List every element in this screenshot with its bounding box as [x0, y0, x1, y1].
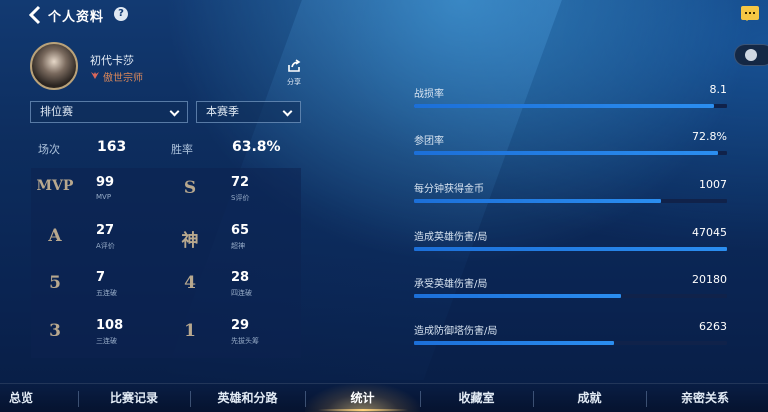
tab-statistics[interactable]: 统计	[305, 388, 420, 410]
stat-teamfight-rate: 参团率 72.8%	[414, 130, 727, 162]
stat-bar-track	[414, 294, 727, 298]
stat-value: 8.1	[709, 83, 728, 96]
stat-bar-fill	[414, 151, 718, 155]
tab-heroes-lanes[interactable]: 英雄和分路	[190, 388, 305, 410]
mode-dropdown-value: 排位赛	[40, 105, 73, 118]
player-name: 初代卡莎	[90, 54, 134, 67]
stat-label: 每分钟获得金币	[414, 184, 484, 195]
a-rating-count: 27	[96, 222, 115, 238]
view-toggle[interactable]	[734, 44, 768, 66]
stat-value: 1007	[699, 178, 727, 191]
grid-cell-quadra: 4 28 四连破	[166, 263, 301, 311]
quadra-kill-badge-icon: 4	[184, 273, 196, 293]
season-dropdown-value: 本赛季	[206, 105, 239, 118]
stat-value: 47045	[692, 226, 727, 239]
share-label: 分享	[287, 78, 301, 86]
s-rating-label: S评价	[231, 194, 250, 202]
legendary-count: 65	[231, 222, 250, 238]
chevron-down-icon	[282, 106, 293, 117]
stat-label: 战损率	[414, 89, 444, 100]
stat-bar-track	[414, 104, 727, 108]
avatar[interactable]	[30, 42, 78, 90]
stat-value: 72.8%	[692, 130, 727, 143]
triple-kill-label: 三连破	[96, 336, 117, 345]
a-rating-badge-icon: A	[48, 225, 62, 246]
stat-bar-track	[414, 151, 727, 155]
winrate-label: 胜率	[171, 143, 193, 156]
stat-label: 造成防御塔伤害/局	[414, 326, 498, 337]
grid-cell-first-blood: 1 29 先拔头筹	[166, 311, 301, 359]
stat-bar-track	[414, 247, 727, 251]
legendary-label: 超神	[231, 241, 245, 250]
s-rating-badge-icon: S	[183, 178, 197, 198]
stat-value: 6263	[699, 320, 727, 333]
mode-dropdown[interactable]: 排位赛	[30, 101, 188, 123]
chat-icon[interactable]	[741, 6, 759, 21]
season-dropdown[interactable]: 本赛季	[196, 101, 301, 123]
back-arrow-icon[interactable]	[28, 5, 42, 25]
quadra-kill-count: 28	[231, 270, 250, 285]
matches-label: 场次	[38, 143, 60, 156]
stat-hero-damage-taken: 承受英雄伤害/局 20180	[414, 273, 727, 305]
tab-match-history[interactable]: 比赛记录	[78, 388, 190, 410]
stat-bar-fill	[414, 341, 615, 345]
stat-label: 承受英雄伤害/局	[414, 279, 488, 290]
stat-hero-damage-dealt: 造成英雄伤害/局 47045	[414, 226, 727, 258]
a-rating-label: A评价	[96, 241, 115, 250]
grid-cell-s: S 72 S评价	[166, 168, 301, 216]
triple-kill-badge-icon: 3	[49, 320, 61, 341]
mvp-label: MVP	[96, 193, 112, 201]
penta-kill-label: 五连破	[96, 289, 117, 297]
quadra-kill-label: 四连破	[231, 289, 252, 297]
s-rating-count: 72	[231, 175, 250, 190]
grid-cell-a: A 27 A评价	[31, 216, 166, 264]
first-blood-label: 先拔头筹	[231, 336, 259, 345]
page-title: 个人资料	[48, 10, 105, 25]
tab-achievements[interactable]: 成就	[533, 388, 646, 410]
toggle-knob	[745, 49, 757, 61]
stat-tower-damage: 造成防御塔伤害/局 6263	[414, 320, 727, 352]
stat-bar-track	[414, 341, 727, 345]
stat-death-rate: 战损率 8.1	[414, 83, 728, 115]
grid-cell-triple: 3 108 三连破	[31, 311, 166, 359]
first-blood-badge-icon: 1	[184, 320, 196, 341]
triple-kill-count: 108	[96, 317, 124, 333]
stat-bar-track	[414, 199, 727, 203]
header: 个人资料 ?	[0, 0, 768, 30]
matches-value: 163	[97, 139, 127, 155]
mvp-count: 99	[96, 175, 115, 190]
grid-cell-mvp: MVP 99 MVP	[31, 168, 166, 216]
stat-label: 参团率	[414, 136, 444, 147]
stat-bar-fill	[414, 247, 727, 251]
penta-kill-count: 7	[96, 270, 106, 285]
stat-bar-fill	[414, 104, 715, 108]
stat-bar-fill	[414, 199, 662, 203]
bottom-tab-bar: 总览 比赛记录 英雄和分路 统计 收藏室 成就 亲密关系	[0, 383, 768, 412]
active-tab-indicator	[318, 409, 408, 411]
stat-value: 20180	[692, 273, 727, 286]
rank-icon	[91, 72, 99, 79]
winrate-value: 63.8%	[232, 139, 281, 155]
chevron-down-icon	[169, 106, 180, 117]
stat-gold-per-minute: 每分钟获得金币 1007	[414, 178, 727, 210]
first-blood-count: 29	[231, 317, 250, 333]
share-button[interactable]: 分享	[284, 57, 304, 87]
stat-bar-fill	[414, 294, 621, 298]
stat-label: 造成英雄伤害/局	[414, 232, 488, 243]
penta-kill-badge-icon: 5	[49, 273, 61, 293]
share-icon	[288, 59, 301, 72]
grid-cell-penta: 5 7 五连破	[31, 263, 166, 311]
tab-overview[interactable]: 总览	[0, 388, 42, 410]
grid-cell-legendary: 神 65 超神	[166, 216, 301, 264]
help-icon[interactable]: ?	[114, 7, 128, 21]
legendary-badge-icon: 神	[181, 230, 199, 251]
achievement-grid: MVP 99 MVP S 72 S评价 A 27 A评价 神 65 超神 5 7…	[31, 168, 301, 358]
tab-relationships[interactable]: 亲密关系	[646, 388, 764, 410]
mvp-badge-icon: MVP	[36, 178, 74, 194]
tab-collection[interactable]: 收藏室	[420, 388, 533, 410]
rank-label: 傲世宗师	[103, 73, 143, 84]
